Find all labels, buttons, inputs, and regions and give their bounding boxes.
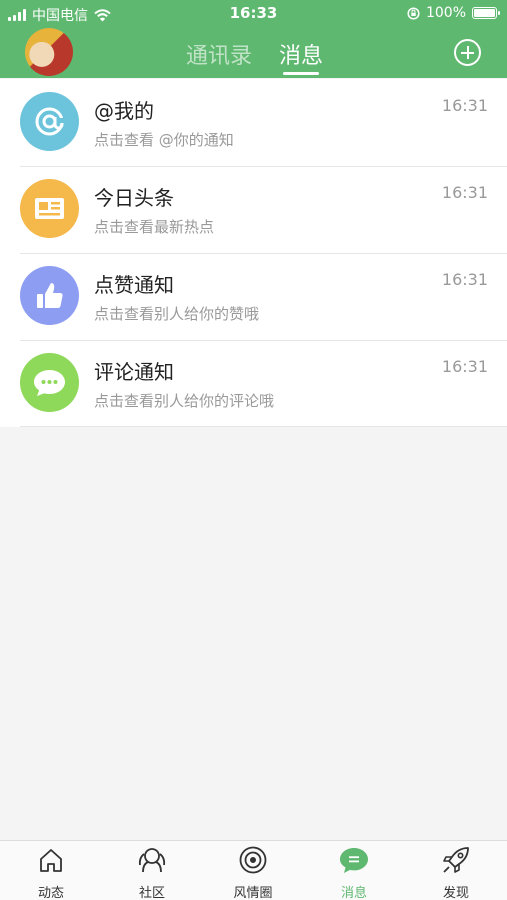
list-item-subtitle: 点击查看别人给你的赞哦 xyxy=(94,305,260,323)
list-item-headlines[interactable]: 今日头条 点击查看最新热点 16:31 xyxy=(0,166,507,253)
list-item-time: 16:31 xyxy=(441,357,488,376)
list-item-subtitle: 点击查看别人给你的评论哦 xyxy=(94,392,275,410)
add-button[interactable] xyxy=(454,39,481,66)
list-item-comments[interactable]: 评论通知 点击查看别人给你的评论哦 16:31 xyxy=(0,340,507,427)
bottom-tab-bar: 动态 社区 风情圈 消息 发现 xyxy=(0,840,507,900)
message-icon xyxy=(340,848,368,873)
community-icon xyxy=(138,848,166,873)
list-item-at-me[interactable]: @我的 点击查看 @你的通知 16:31 xyxy=(0,79,507,166)
header-tabs: 通讯录 消息 xyxy=(0,38,507,78)
tab-bar-item-messages[interactable]: 消息 xyxy=(309,845,399,900)
camera-circle-icon xyxy=(239,846,267,874)
list-item-title: 点赞通知 xyxy=(94,273,174,297)
chat-bubble-icon xyxy=(20,353,79,412)
tab-bar-label: 发现 xyxy=(442,886,469,900)
list-item-likes[interactable]: 点赞通知 点击查看别人给你的赞哦 16:31 xyxy=(0,253,507,340)
header: 中国电信 16:33 100% 通讯录 消息 xyxy=(0,0,507,78)
tab-messages[interactable]: 消息 xyxy=(279,38,323,70)
at-icon xyxy=(20,92,79,151)
tab-bar-label: 风情圈 xyxy=(233,886,273,900)
home-icon xyxy=(40,849,62,872)
orientation-lock-icon xyxy=(407,6,420,20)
list-item-time: 16:31 xyxy=(441,96,488,115)
tab-bar-item-community[interactable]: 社区 xyxy=(107,845,197,900)
tab-bar-item-circle[interactable]: 风情圈 xyxy=(208,845,298,900)
message-list: @我的 点击查看 @你的通知 16:31 今日头条 点击查看最新热点 16:31… xyxy=(0,79,507,427)
list-item-title: 评论通知 xyxy=(94,360,174,384)
signal-icon xyxy=(8,9,26,21)
tab-bar-label: 消息 xyxy=(340,886,367,900)
battery-percent: 100% xyxy=(425,5,466,21)
list-item-time: 16:31 xyxy=(441,270,488,289)
list-item-title: 今日头条 xyxy=(94,186,174,210)
battery-icon xyxy=(472,7,500,19)
tab-contacts[interactable]: 通讯录 xyxy=(186,38,252,70)
list-item-subtitle: 点击查看 @你的通知 xyxy=(94,131,234,149)
list-item-title: @我的 xyxy=(94,99,154,123)
status-bar: 中国电信 16:33 100% xyxy=(0,0,507,28)
newspaper-icon xyxy=(20,179,79,238)
thumbs-up-icon xyxy=(20,266,79,325)
tab-bar-item-moments[interactable]: 动态 xyxy=(6,845,96,900)
tab-indicator xyxy=(283,72,319,75)
rocket-icon xyxy=(443,847,469,873)
list-item-subtitle: 点击查看最新热点 xyxy=(94,218,215,236)
tab-bar-item-discover[interactable]: 发现 xyxy=(411,845,501,900)
list-item-time: 16:31 xyxy=(441,183,488,202)
tab-bar-label: 动态 xyxy=(37,886,64,900)
tab-bar-label: 社区 xyxy=(138,886,165,900)
wifi-icon xyxy=(94,8,111,21)
carrier-label: 中国电信 xyxy=(32,8,88,24)
